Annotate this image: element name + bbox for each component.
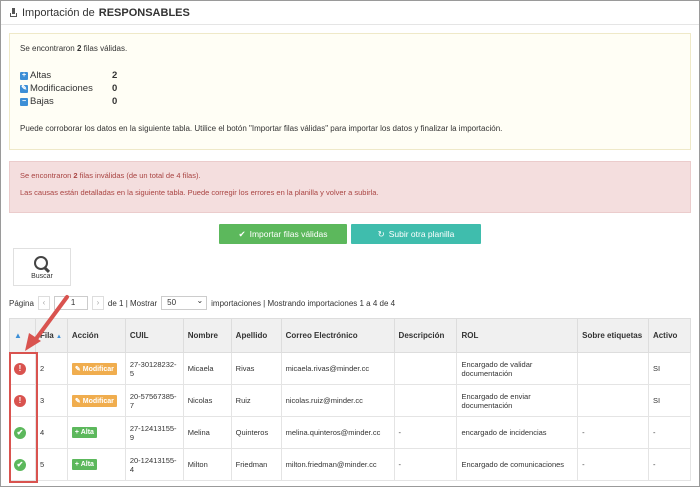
search-button[interactable]: Buscar <box>13 248 71 286</box>
import-rows-table: ▲ Fila ▲ Acción CUIL Nombre Apellido Cor… <box>9 318 692 481</box>
page-size-select[interactable]: 50 <box>161 295 208 310</box>
refresh-icon: ↻ <box>377 228 385 239</box>
alta-badge: + Alta <box>71 459 97 470</box>
pagination-bar: Página ‹ 1 › de 1 | Mostrar 50 importaci… <box>9 295 691 310</box>
table-row: ! 2 ✎ Modificar 27-30128232-5 Micaela Ri… <box>9 352 692 385</box>
check-icon: ✔ <box>238 228 246 239</box>
modal-title-prefix: Importación de <box>22 6 95 19</box>
edit-icon: ✎ <box>74 397 81 405</box>
col-accion[interactable]: Acción <box>66 318 126 353</box>
modal-title-entity: RESPONSABLES <box>98 6 190 19</box>
search-icon <box>33 255 51 273</box>
col-activo[interactable]: Activo <box>647 318 692 353</box>
upload-another-sheet-button[interactable]: ↻ Subir otra planilla <box>351 224 481 244</box>
col-descripcion[interactable]: Descripción <box>393 318 458 353</box>
invalid-rows-alert: Se encontraron 2 filas inválidas (de un … <box>9 161 691 213</box>
upload-icon <box>9 8 18 17</box>
plus-icon: + <box>74 429 79 436</box>
valid-rows-instructions: Puede corroborar los datos en la siguien… <box>20 124 503 133</box>
annotation-arrow <box>25 295 69 351</box>
table-row: ✔ 5 + Alta 20-12413155-4 Milton Friedman… <box>9 448 692 481</box>
col-rol[interactable]: ROL <box>456 318 579 353</box>
modal-header: Importación de RESPONSABLES <box>1 1 699 25</box>
table-header-row: ▲ Fila ▲ Acción CUIL Nombre Apellido Cor… <box>9 318 692 353</box>
col-apellido[interactable]: Apellido <box>230 318 282 353</box>
modify-badge: ✎ Modificar <box>71 362 117 375</box>
import-stats: + Altas 2 ✎ Modificaciones 0 − Bajas 0 <box>20 69 680 108</box>
next-page-button[interactable]: › <box>91 296 104 310</box>
invalid-rows-summary: Se encontraron 2 filas inválidas (de un … <box>20 171 201 180</box>
col-cuil[interactable]: CUIL <box>124 318 184 353</box>
stat-modificaciones: ✎ Modificaciones 0 <box>20 83 118 94</box>
col-correo[interactable]: Correo Electrónico <box>280 318 395 353</box>
table-row: ! 3 ✎ Modificar 20-57567385-7 Nicolas Ru… <box>9 384 692 417</box>
valid-rows-summary: Se encontraron 2 filas válidas. <box>20 44 128 53</box>
import-valid-rows-button[interactable]: ✔ Importar filas válidas <box>219 224 347 244</box>
edit-icon: ✎ <box>74 365 81 373</box>
minus-square-icon: − <box>20 97 28 106</box>
stat-altas: + Altas 2 <box>20 70 118 81</box>
col-sobre-etiquetas[interactable]: Sobre etiquetas <box>577 318 649 353</box>
action-buttons: ✔ Importar filas válidas ↻ Subir otra pl… <box>9 224 691 244</box>
col-nombre[interactable]: Nombre <box>182 318 232 353</box>
table-row: ✔ 4 + Alta 27-12413155-9 Melina Quintero… <box>9 416 692 449</box>
valid-rows-panel: Se encontraron 2 filas válidas. + Altas 2… <box>9 33 691 150</box>
modify-badge: ✎ Modificar <box>71 394 117 407</box>
plus-icon: + <box>74 461 79 468</box>
stat-bajas: − Bajas 0 <box>20 96 118 107</box>
edit-square-icon: ✎ <box>20 84 28 93</box>
invalid-rows-instructions: Las causas están detalladas en la siguie… <box>20 188 379 197</box>
status-column-highlight <box>9 352 38 483</box>
plus-square-icon: + <box>20 71 28 80</box>
import-modal: Importación de RESPONSABLES Se encontrar… <box>0 0 700 487</box>
alta-badge: + Alta <box>71 427 97 438</box>
